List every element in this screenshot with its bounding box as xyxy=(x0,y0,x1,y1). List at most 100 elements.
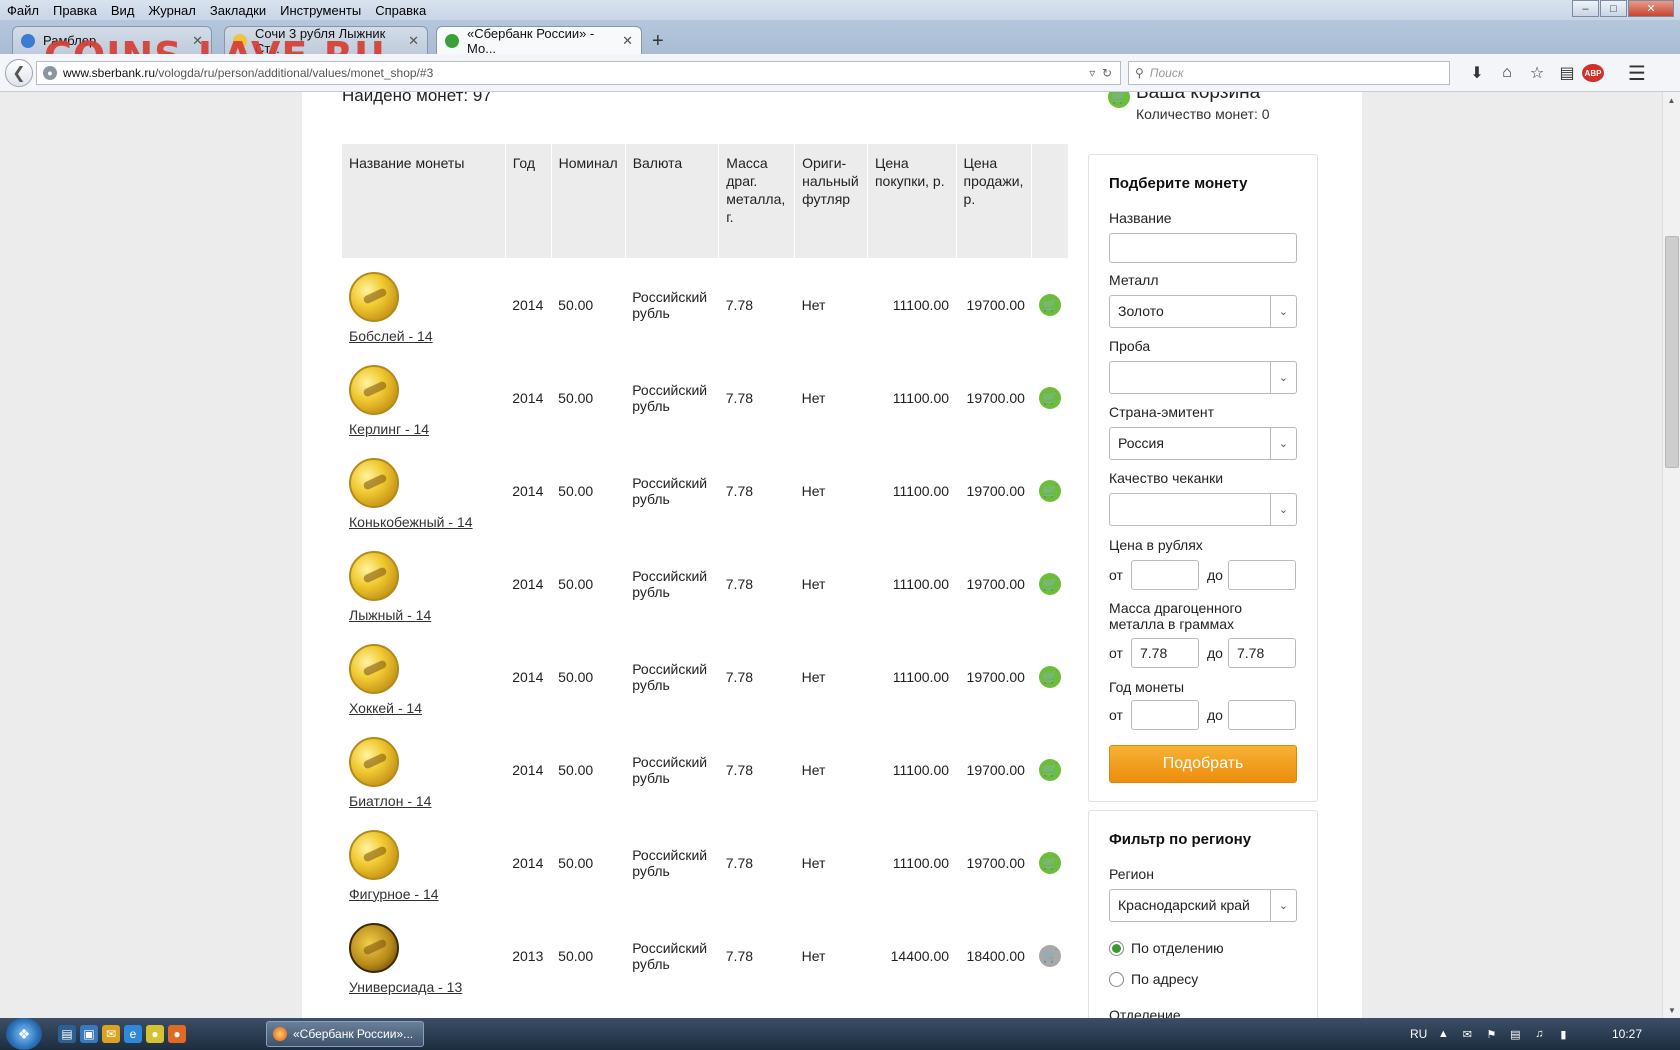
year-to-input[interactable] xyxy=(1228,700,1296,730)
add-to-cart-icon[interactable]: 🛒 xyxy=(1038,386,1061,409)
coin-name-link[interactable]: Конькобежный - 14 xyxy=(349,514,473,530)
add-to-cart-icon[interactable]: 🛒 xyxy=(1038,851,1061,874)
table-row: Керлинг - 14 2014 50.00 Российский рубль 7.7… xyxy=(342,351,1068,444)
name-input[interactable] xyxy=(1109,233,1297,263)
taskbar-firefox-window[interactable]: «Сбербанк России»... xyxy=(266,1021,424,1047)
quality-select[interactable]: ⌄ xyxy=(1109,493,1297,526)
coin-image[interactable] xyxy=(349,364,399,415)
mail-icon[interactable]: ✉ xyxy=(102,1025,120,1043)
hamburger-menu-icon[interactable]: ☰ xyxy=(1622,62,1652,85)
country-select[interactable]: Россия ⌄ xyxy=(1109,427,1297,460)
col-nominal[interactable]: Номинал xyxy=(551,144,626,258)
add-to-cart-icon[interactable]: 🛒 xyxy=(1038,665,1061,688)
col-name[interactable]: Название монеты xyxy=(342,144,506,258)
coin-cart-cell: 🛒 xyxy=(1032,909,1068,1002)
menu-file[interactable]: Файл xyxy=(0,3,46,18)
add-to-cart-icon[interactable]: 🛒 xyxy=(1038,293,1061,316)
maximize-button[interactable]: □ xyxy=(1600,0,1627,17)
menu-edit[interactable]: Правка xyxy=(46,3,104,18)
col-sell-price[interactable]: Цена продажи, р. xyxy=(956,144,1033,258)
firefox-icon[interactable]: ● xyxy=(168,1025,186,1043)
tray-mail-icon[interactable]: ✉ xyxy=(1459,1027,1475,1041)
tray-volume-icon[interactable]: ♫ xyxy=(1531,1027,1547,1041)
tray-network-icon[interactable]: ▤ xyxy=(1507,1027,1523,1041)
col-year[interactable]: Год xyxy=(505,144,552,258)
year-from-input[interactable] xyxy=(1131,700,1199,730)
scrollbar-thumb[interactable] xyxy=(1665,236,1679,468)
menu-help[interactable]: Справка xyxy=(368,3,433,18)
coin-name-link[interactable]: Универсиада - 13 xyxy=(349,979,462,995)
coin-image[interactable] xyxy=(349,643,399,694)
menu-bookmarks[interactable]: Закладки xyxy=(203,3,273,18)
scroll-down-icon[interactable]: ▼ xyxy=(1663,1002,1680,1018)
menu-history[interactable]: Журнал xyxy=(141,3,202,18)
mass-from-input[interactable]: 7.78 xyxy=(1131,638,1199,668)
region-select[interactable]: Краснодарский край ⌄ xyxy=(1109,889,1297,922)
coin-case: Нет xyxy=(801,668,826,685)
coin-name-link[interactable]: Хоккей - 14 xyxy=(349,700,422,716)
radio-by-branch-label: По отделению xyxy=(1131,940,1224,956)
metal-select[interactable]: Золото ⌄ xyxy=(1109,295,1297,328)
bookmark-star-icon[interactable]: ☆ xyxy=(1522,62,1552,84)
lightbulb-icon[interactable]: ● xyxy=(146,1025,164,1043)
mass-to-input[interactable]: 7.78 xyxy=(1228,638,1296,668)
col-cart xyxy=(1031,144,1068,258)
download-icon[interactable]: ⬇ xyxy=(1462,62,1492,84)
page-scrollbar[interactable]: ▲ ▼ xyxy=(1662,92,1680,1018)
clock[interactable]: 10:27 xyxy=(1612,1027,1642,1041)
coin-image[interactable] xyxy=(349,922,399,973)
add-to-cart-icon[interactable]: 🛒 xyxy=(1038,944,1061,967)
ie-icon[interactable]: e xyxy=(124,1025,142,1043)
close-window-button[interactable]: ✕ xyxy=(1628,0,1674,17)
tray-expand-icon[interactable]: ▲ xyxy=(1435,1027,1451,1041)
scroll-up-icon[interactable]: ▲ xyxy=(1663,92,1680,108)
filter-title: Подберите монету xyxy=(1109,175,1248,192)
adblock-icon[interactable]: ABP xyxy=(1582,64,1604,82)
price-to-input[interactable] xyxy=(1228,560,1296,590)
col-buy-price[interactable]: Цена покупки, р. xyxy=(867,144,957,258)
coin-image[interactable] xyxy=(349,736,399,787)
add-to-cart-icon[interactable]: 🛒 xyxy=(1038,572,1061,595)
tray-flag-icon[interactable]: ⚑ xyxy=(1483,1027,1499,1041)
new-tab-button[interactable]: + xyxy=(652,30,664,53)
coin-image[interactable] xyxy=(349,271,399,322)
address-bar[interactable]: ● www.sberbank.ru /vologda/ru/person/add… xyxy=(36,61,1121,85)
reading-list-icon[interactable]: ▤ xyxy=(1552,62,1582,84)
language-indicator[interactable]: RU xyxy=(1410,1027,1427,1041)
coin-name-link[interactable]: Бобслей - 14 xyxy=(349,328,433,344)
add-to-cart-icon[interactable]: 🛒 xyxy=(1038,758,1061,781)
col-currency[interactable]: Валюта xyxy=(625,144,720,258)
search-input[interactable]: ⚲ Поиск xyxy=(1128,61,1450,85)
add-to-cart-icon[interactable]: 🛒 xyxy=(1038,479,1061,502)
coin-name-link[interactable]: Лыжный - 14 xyxy=(349,607,431,623)
coin-year: 2014 xyxy=(512,482,544,499)
radio-by-address[interactable]: По адресу xyxy=(1109,971,1198,987)
reload-icon[interactable]: ▿ ↻ xyxy=(1089,66,1112,80)
coin-currency: Российский рубль xyxy=(632,846,708,879)
tab-close-icon[interactable]: ✕ xyxy=(622,33,633,49)
radio-by-branch[interactable]: По отделению xyxy=(1109,940,1224,956)
coin-image[interactable] xyxy=(349,550,399,601)
back-button[interactable]: ❮ xyxy=(5,59,33,87)
explorer-icon[interactable]: ▤ xyxy=(58,1025,76,1043)
home-icon[interactable]: ⌂ xyxy=(1492,62,1522,84)
start-button[interactable]: ❖ xyxy=(6,1018,42,1050)
col-case[interactable]: Ориги-нальный футляр xyxy=(794,144,868,258)
tab-close-icon[interactable]: ✕ xyxy=(408,33,419,49)
coin-name-link[interactable]: Керлинг - 14 xyxy=(349,421,429,437)
basket-cart-icon[interactable]: 🛒 xyxy=(1108,92,1130,108)
tray-power-icon[interactable]: ▮ xyxy=(1555,1027,1571,1041)
minimize-button[interactable]: – xyxy=(1572,0,1599,17)
coin-image[interactable] xyxy=(349,457,399,508)
col-mass[interactable]: Масса драг. металла, г. xyxy=(718,144,796,258)
desktop-icon[interactable]: ▣ xyxy=(80,1025,98,1043)
coin-image[interactable] xyxy=(349,829,399,880)
proba-select[interactable]: ⌄ xyxy=(1109,361,1297,394)
submit-filter-button[interactable]: Подобрать xyxy=(1109,745,1297,783)
coin-name-link[interactable]: Биатлон - 14 xyxy=(349,793,431,809)
price-from-input[interactable] xyxy=(1131,560,1199,590)
coin-name-link[interactable]: Фигурное - 14 xyxy=(349,886,439,902)
menu-tools[interactable]: Инструменты xyxy=(273,3,368,18)
tab-sberbank[interactable]: «Сбербанк России» - Мо... ✕ xyxy=(436,26,642,56)
menu-view[interactable]: Вид xyxy=(104,3,142,18)
